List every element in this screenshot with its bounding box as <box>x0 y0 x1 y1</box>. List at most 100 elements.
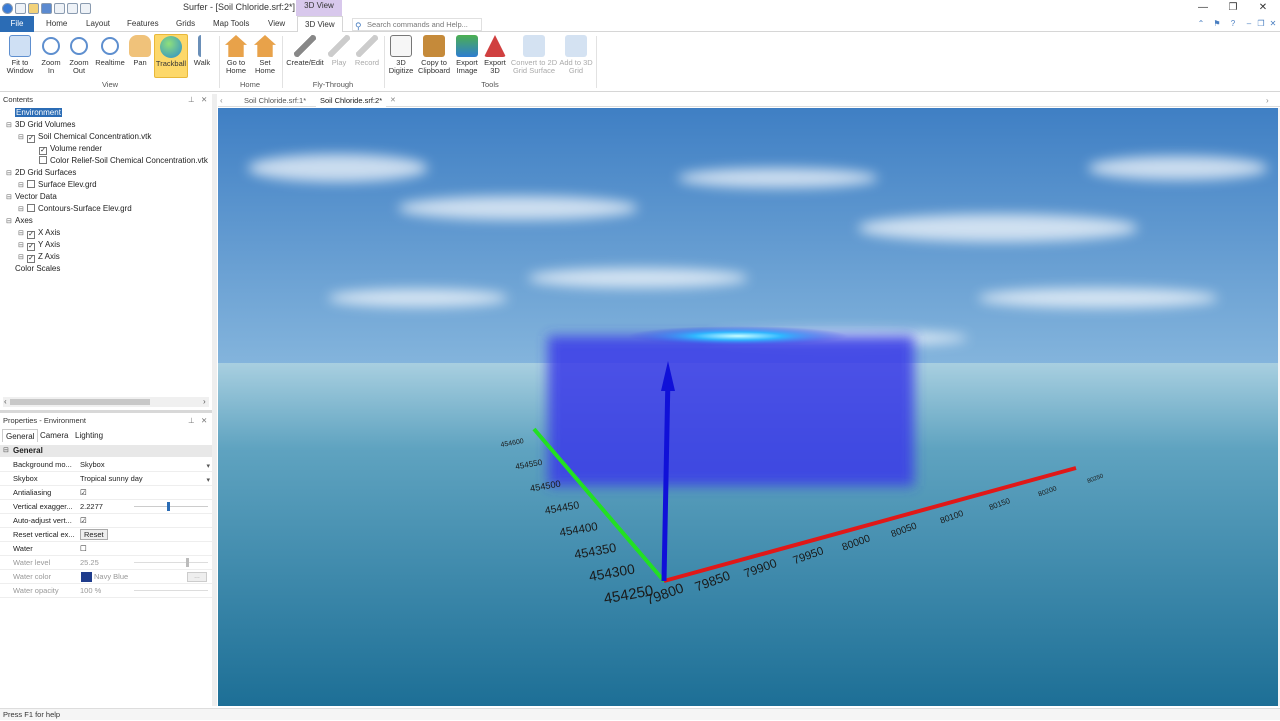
minimize-button[interactable]: — <box>1196 2 1210 14</box>
pin-icon[interactable]: ⊥ <box>188 415 195 427</box>
tab-view[interactable]: View <box>261 16 292 32</box>
tab-map-tools[interactable]: Map Tools <box>206 16 256 32</box>
close-panel-icon[interactable]: ✕ <box>201 94 207 106</box>
set-home-button[interactable]: Set Home <box>251 35 279 75</box>
tree-item[interactable]: ⊟ Axes <box>6 215 33 227</box>
water-checkbox[interactable]: ☐ <box>80 542 210 556</box>
realtime-button[interactable]: Realtime <box>94 35 126 67</box>
visibility-checkbox[interactable] <box>39 156 47 164</box>
window-close-icon[interactable]: ✕ <box>1268 19 1278 29</box>
expand-toggle-icon[interactable]: ⊟ <box>18 132 26 144</box>
3d-digitize-button[interactable]: 3D Digitize <box>387 35 415 75</box>
tab-camera[interactable]: Camera <box>37 429 71 442</box>
tree-item[interactable]: ⊟ 3D Grid Volumes <box>6 119 75 131</box>
new-icon[interactable] <box>15 2 26 14</box>
help-icon[interactable]: ? <box>1228 19 1238 29</box>
redo-icon[interactable] <box>80 2 91 14</box>
tree-item[interactable]: ⊟ Contours-Surface Elev.grd <box>18 203 132 215</box>
ribbon-collapse-icon[interactable]: ⌃ <box>1196 19 1206 29</box>
auto-adjust-checkbox[interactable]: ☑ <box>80 514 210 528</box>
tab-scroll-left-icon[interactable]: ‹ <box>220 94 223 107</box>
tab-features[interactable]: Features <box>120 16 166 32</box>
doc-tab-1[interactable]: Soil Chloride.srf:1* <box>240 94 310 107</box>
visibility-checkbox[interactable] <box>27 180 35 188</box>
play-button[interactable]: Play <box>327 35 351 67</box>
property-auto-adjust[interactable]: Auto-adjust vert... ☑ <box>0 514 212 528</box>
export-3d-button[interactable]: Export 3D <box>482 35 508 75</box>
tab-lighting[interactable]: Lighting <box>72 429 106 442</box>
close-button[interactable]: ✕ <box>1256 2 1270 14</box>
tab-layout[interactable]: Layout <box>79 16 117 32</box>
scrollbar-thumb[interactable] <box>10 399 150 405</box>
tab-3d-view[interactable]: 3D View <box>297 16 343 33</box>
export-image-button[interactable]: Export Image <box>453 35 481 75</box>
tree-item[interactable]: ⊟ ✓ Soil Chemical Concentration.vtk <box>18 131 151 143</box>
customize-icon[interactable] <box>93 3 104 14</box>
3d-viewport[interactable]: 454250 454300 454350 454400 454450 454500 4545… <box>218 108 1278 706</box>
search-input[interactable]: ⚲ Search commands and Help... <box>352 18 482 31</box>
collapse-group-icon[interactable]: ⊟ <box>3 446 9 454</box>
property-reset-vertical[interactable]: Reset vertical ex... Reset <box>0 528 212 542</box>
trackball-button[interactable]: Trackball <box>154 34 188 78</box>
dropdown-arrow-icon[interactable]: ▾ <box>206 476 210 484</box>
tree-item[interactable]: ⊟ ✓ Z Axis <box>18 251 60 263</box>
close-tab-icon[interactable]: ✕ <box>390 94 396 107</box>
antialiasing-checkbox[interactable]: ☑ <box>80 486 210 500</box>
convert-to-2d-grid-surface-button[interactable]: Convert to 2D Grid Surface <box>509 35 559 75</box>
expand-toggle-icon[interactable]: ⊟ <box>6 216 14 228</box>
visibility-checkbox[interactable]: ✓ <box>39 147 47 155</box>
undo-icon[interactable] <box>67 2 78 14</box>
visibility-checkbox[interactable]: ✓ <box>27 135 35 143</box>
vertical-splitter[interactable] <box>212 94 217 706</box>
vertical-exaggeration-slider-track[interactable] <box>134 506 208 507</box>
go-to-home-button[interactable]: Go to Home <box>222 35 250 75</box>
zoom-out-button[interactable]: Zoom Out <box>66 35 92 75</box>
create-edit-button[interactable]: Create/Edit <box>285 35 325 67</box>
window-restore-icon[interactable]: ❐ <box>1256 19 1266 29</box>
window-minimize-icon[interactable]: – <box>1244 19 1254 29</box>
property-group-general[interactable]: General <box>0 445 212 457</box>
3d-scene[interactable]: 4542504543004543504544004544504545004545… <box>218 108 1278 706</box>
tree-item[interactable]: ✓ Volume render <box>30 143 102 155</box>
expand-toggle-icon[interactable]: ⊟ <box>6 192 14 204</box>
record-button[interactable]: Record <box>353 35 381 67</box>
tree-item[interactable]: ⊟ ✓ X Axis <box>18 227 60 239</box>
property-antialiasing[interactable]: Antialiasing ☑ <box>0 486 212 500</box>
property-background-mode[interactable]: Background mo... Skybox ▾ <box>0 458 212 472</box>
tree-item[interactable]: ⊟ Vector Data <box>6 191 57 203</box>
expand-toggle-icon[interactable]: ⊟ <box>6 120 14 132</box>
property-value[interactable]: Skybox <box>80 458 210 472</box>
tab-scroll-right-icon[interactable]: › <box>1266 94 1269 107</box>
reset-button[interactable]: Reset <box>80 529 108 540</box>
dropdown-arrow-icon[interactable]: ▾ <box>206 462 210 470</box>
doc-tab-2[interactable]: Soil Chloride.srf:2* <box>316 94 387 107</box>
fit-to-window-button[interactable]: Fit to Window <box>4 35 36 75</box>
visibility-checkbox[interactable]: ✓ <box>27 243 35 251</box>
open-icon[interactable] <box>28 2 39 14</box>
zoom-in-button[interactable]: Zoom In <box>38 35 64 75</box>
property-skybox[interactable]: Skybox Tropical sunny day ▾ <box>0 472 212 486</box>
visibility-checkbox[interactable]: ✓ <box>27 231 35 239</box>
tree-item[interactable]: ⊟ 2D Grid Surfaces <box>6 167 76 179</box>
tab-file[interactable]: File <box>0 16 34 32</box>
property-vertical-exaggeration[interactable]: Vertical exagger... 2.2277 <box>0 500 212 514</box>
maximize-button[interactable]: ❐ <box>1226 2 1240 14</box>
save-icon[interactable] <box>41 2 52 14</box>
pan-button[interactable]: Pan <box>128 35 152 67</box>
tab-home[interactable]: Home <box>39 16 74 32</box>
scroll-left-icon[interactable]: ‹ <box>4 397 7 406</box>
property-value[interactable]: 2.2277 <box>80 500 210 514</box>
vertical-exaggeration-slider-thumb[interactable] <box>167 502 171 511</box>
property-value[interactable]: Tropical sunny day <box>80 472 210 486</box>
visibility-checkbox[interactable]: ✓ <box>27 255 35 263</box>
copy-to-clipboard-button[interactable]: Copy to Clipboard <box>416 35 452 75</box>
tree-item[interactable]: Environment <box>6 107 62 119</box>
print-icon[interactable] <box>54 2 65 14</box>
tree-item[interactable]: Color Relief-Soil Chemical Concentration… <box>30 155 208 167</box>
walk-button[interactable]: Walk <box>190 35 214 67</box>
tree-item[interactable]: ⊟ ✓ Y Axis <box>18 239 60 251</box>
add-to-3d-grid-button[interactable]: Add to 3D Grid <box>559 35 593 75</box>
close-panel-icon[interactable]: ✕ <box>201 415 207 427</box>
app-icon[interactable] <box>2 2 13 14</box>
visibility-checkbox[interactable] <box>27 204 35 212</box>
